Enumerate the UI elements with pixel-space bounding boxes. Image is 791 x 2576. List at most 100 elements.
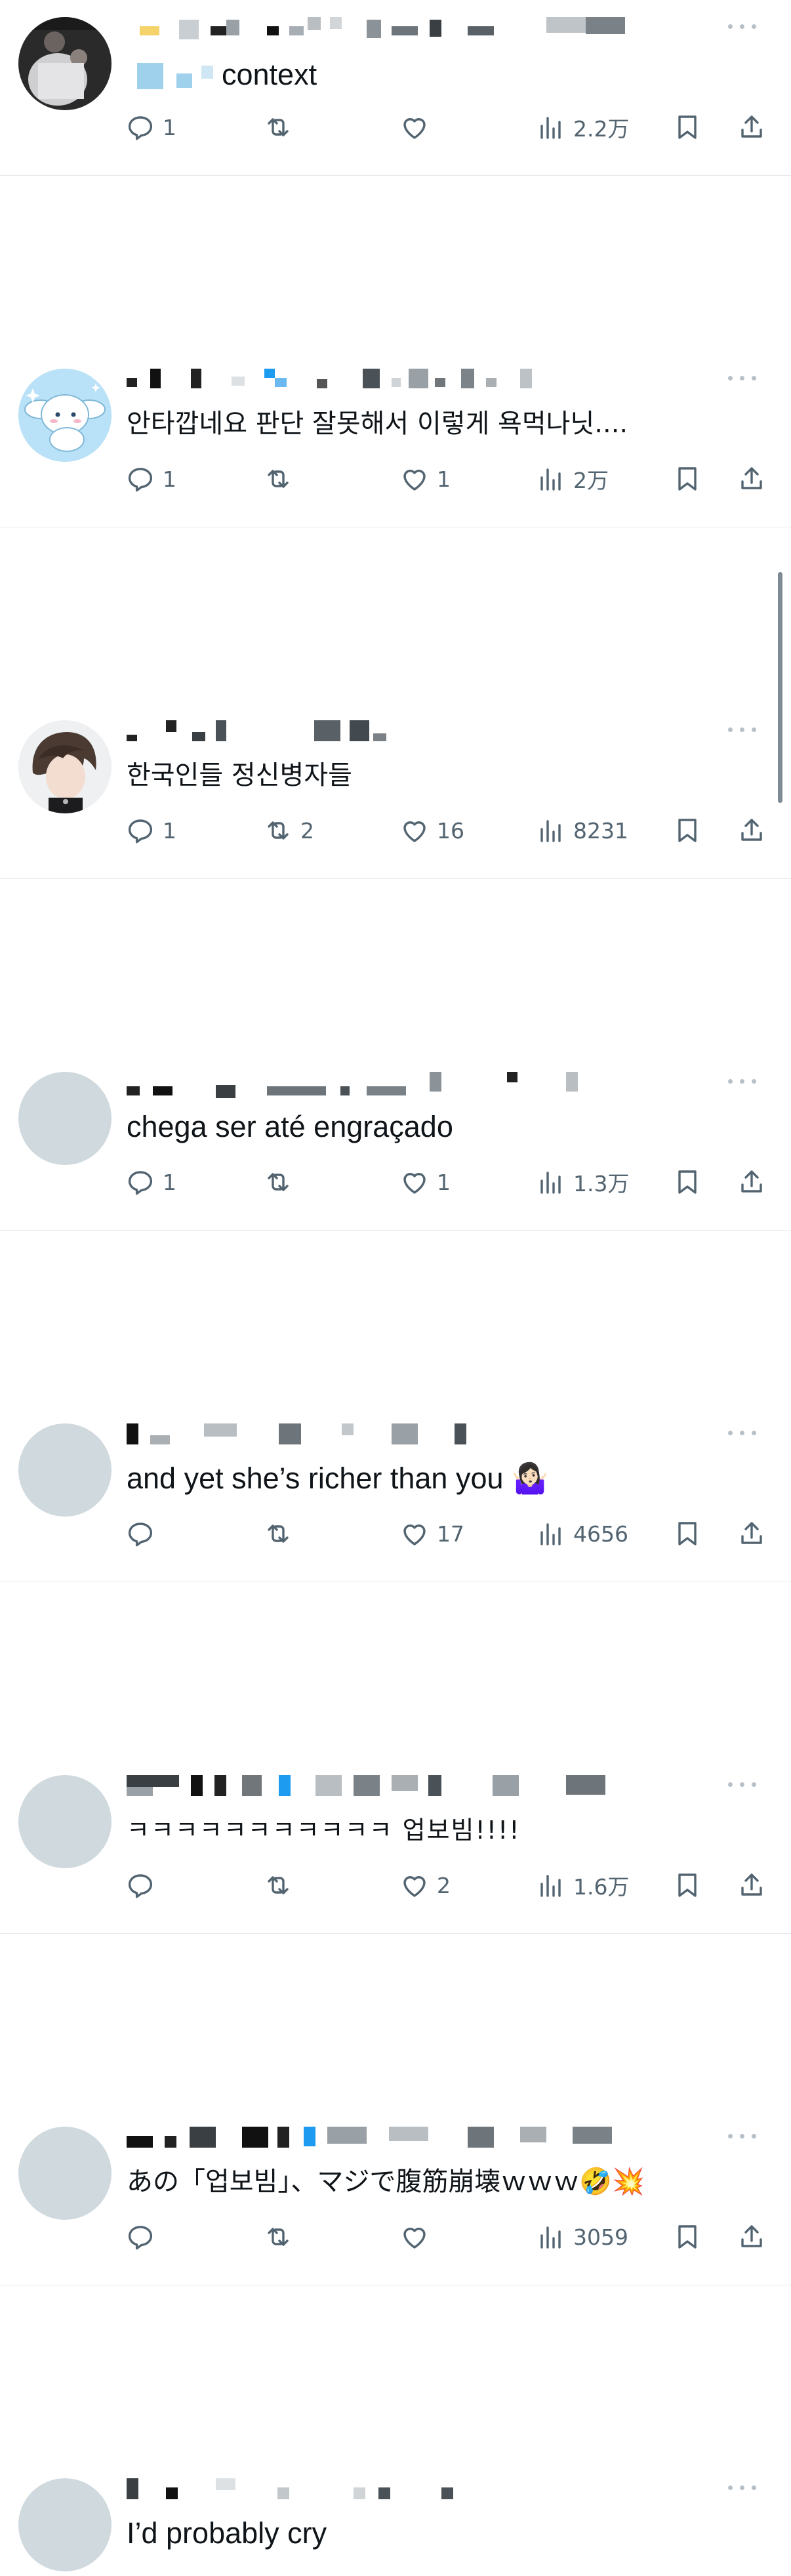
reply-item[interactable]: and yet she’s richer than you 🤷🏻‍♀️ 17 4… [0,1406,791,1582]
views-button[interactable]: 3059 [535,2218,628,2255]
repost-icon [268,1524,289,1543]
reply-item[interactable]: chega ser até engraçado 1 1 1.3万 [0,1055,791,1231]
reply-item[interactable]: あの「업보빔」、マジで腹筋崩壊ｗｗｗ🤣💥 3059 [0,2110,791,2285]
reply-text: ㅋㅋㅋㅋㅋㅋㅋㅋㅋㅋㅋ 업보빔!!!! [127,1816,521,1845]
avatar-placeholder[interactable] [18,1775,112,1868]
reply-count: 1 [163,1169,176,1195]
reply-icon [128,819,153,844]
bookmark-button[interactable] [672,1867,703,1904]
share-button[interactable] [736,812,767,849]
avatar-placeholder[interactable] [18,1423,112,1517]
reply-item[interactable]: I’d probably cry [0,2461,791,2576]
like-button[interactable]: 1 [399,1164,451,1200]
repost-button[interactable] [262,109,300,146]
avatar[interactable] [18,369,112,462]
reply-icon [128,1523,153,1547]
bookmark-button[interactable] [672,812,703,849]
views-button[interactable]: 1.6万 [535,1867,629,1904]
bookmark-button[interactable] [672,109,703,146]
author-header-redacted[interactable] [127,17,638,45]
like-count: 2 [437,1872,451,1898]
like-count: 17 [437,1521,464,1547]
repost-button[interactable] [262,1515,300,1552]
repost-button[interactable] [262,460,300,497]
bookmark-button[interactable] [672,460,703,497]
like-button[interactable]: 16 [399,812,464,849]
share-button[interactable] [736,1515,767,1552]
views-icon [540,2226,561,2249]
bookmark-button[interactable] [672,1164,703,1200]
reply-item[interactable]: 안타깝네요 판단 잘못해서 이렇게 욕먹나닛.... 1 1 2万 [0,352,791,527]
view-count: 2.2万 [573,116,630,142]
more-options-icon[interactable] [728,1778,757,1791]
view-count: 3059 [573,2224,628,2250]
bookmark-icon [678,1873,697,1897]
more-options-icon[interactable] [728,20,757,33]
more-options-icon[interactable] [728,1426,757,1439]
reply-button[interactable] [125,1515,163,1552]
more-options-icon[interactable] [728,371,757,384]
more-options-icon[interactable] [728,2481,757,2494]
repost-button[interactable] [262,2218,300,2255]
repost-button[interactable] [262,1867,300,1904]
avatar[interactable] [18,720,112,813]
like-button[interactable]: 1 [399,460,451,497]
reply-button[interactable]: 1 [125,460,176,497]
views-button[interactable]: 2万 [535,460,609,497]
author-header-redacted[interactable] [127,720,638,748]
heart-icon [403,2228,426,2249]
views-button[interactable]: 2.2万 [535,109,629,146]
avatar-placeholder[interactable] [18,2478,112,2571]
views-button[interactable]: 1.3万 [535,1164,629,1200]
bookmark-button[interactable] [672,1515,703,1552]
author-header-redacted[interactable] [127,369,638,396]
reply-item[interactable]: context 1 2.2万 [0,0,791,176]
scrollbar[interactable] [778,572,782,803]
reply-text: あの「업보빔」、マジで腹筋崩壊ｗｗｗ🤣💥 [127,2167,645,2197]
views-button[interactable]: 4656 [535,1515,628,1552]
reply-button[interactable]: 1 [125,1164,176,1200]
share-icon [741,467,762,489]
share-button[interactable] [736,109,767,146]
share-button[interactable] [736,1867,767,1904]
like-button[interactable]: 2 [399,1867,451,1904]
reply-button[interactable]: 1 [125,109,176,146]
more-options-icon[interactable] [728,1074,757,1088]
share-icon [741,1170,762,1193]
repost-icon [268,118,289,136]
author-header-redacted[interactable] [127,1072,638,1099]
share-button[interactable] [736,1164,767,1200]
author-header-redacted[interactable] [127,2478,638,2506]
like-button[interactable]: 17 [399,1515,464,1552]
repost-button[interactable] [262,1164,300,1200]
reply-button[interactable] [125,1867,163,1904]
views-button[interactable]: 8231 [535,812,628,849]
reply-button[interactable] [125,2218,163,2255]
avatar-placeholder[interactable] [18,1072,112,1165]
view-count: 2万 [573,468,609,493]
like-button[interactable] [399,109,437,146]
more-options-icon[interactable] [728,723,757,736]
share-icon [741,819,762,841]
avatar[interactable] [18,17,112,110]
avatar-placeholder[interactable] [18,2127,112,2220]
share-button[interactable] [736,2218,767,2255]
reply-item[interactable]: 한국인들 정신병자들 1 2 16 8231 [0,703,791,879]
repost-button[interactable]: 2 [262,812,314,849]
like-count: 16 [437,817,464,844]
share-button[interactable] [736,460,767,497]
reply-count: 1 [163,817,176,844]
author-header-redacted[interactable] [127,2127,638,2154]
author-header-redacted[interactable] [127,1423,638,1451]
bookmark-icon [678,1522,697,1545]
reply-text: 안타깝네요 판단 잘못해서 이렇게 욕먹나닛.... [127,409,628,439]
like-count: 1 [437,466,451,492]
like-button[interactable] [399,2218,437,2255]
view-count: 1.6万 [573,1874,630,1900]
author-header-redacted[interactable] [127,1775,638,1803]
bookmark-button[interactable] [672,2218,703,2255]
reply-button[interactable]: 1 [125,812,176,849]
view-count: 4656 [573,1521,628,1547]
more-options-icon[interactable] [728,2129,757,2142]
reply-item[interactable]: ㅋㅋㅋㅋㅋㅋㅋㅋㅋㅋㅋ 업보빔!!!! 2 1.6万 [0,1758,791,1934]
